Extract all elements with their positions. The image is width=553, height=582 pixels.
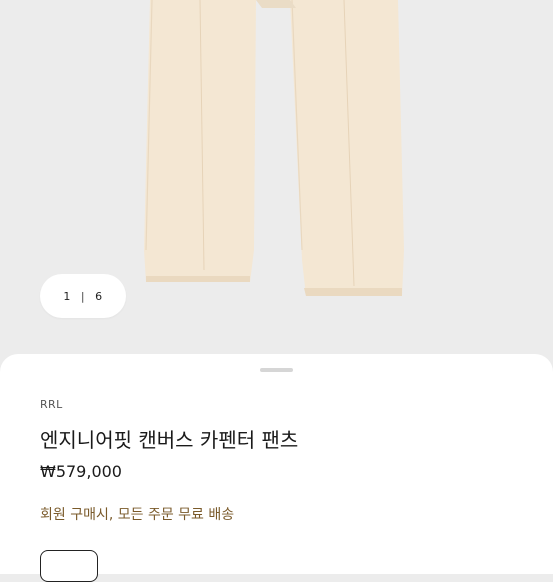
option-chip[interactable] [40,550,98,582]
product-info-sheet: RRL 엔지니어핏 캔버스 카펜터 팬츠 ₩579,000 회원 구매시, 모든… [0,354,553,582]
product-price: ₩579,000 [40,462,122,481]
sheet-drag-handle[interactable] [260,368,293,372]
image-pager[interactable]: 1 | 6 [40,274,126,318]
pager-total: 6 [95,289,103,303]
pager-separator: | [80,289,86,303]
shipping-promo: 회원 구매시, 모든 주문 무료 배송 [40,507,235,523]
brand-name[interactable]: RRL [40,398,63,411]
pager-current: 1 [63,289,71,303]
product-image[interactable]: 1 | 6 [0,0,553,365]
product-title: 엔지니어핏 캔버스 카펜터 팬츠 [40,428,299,452]
